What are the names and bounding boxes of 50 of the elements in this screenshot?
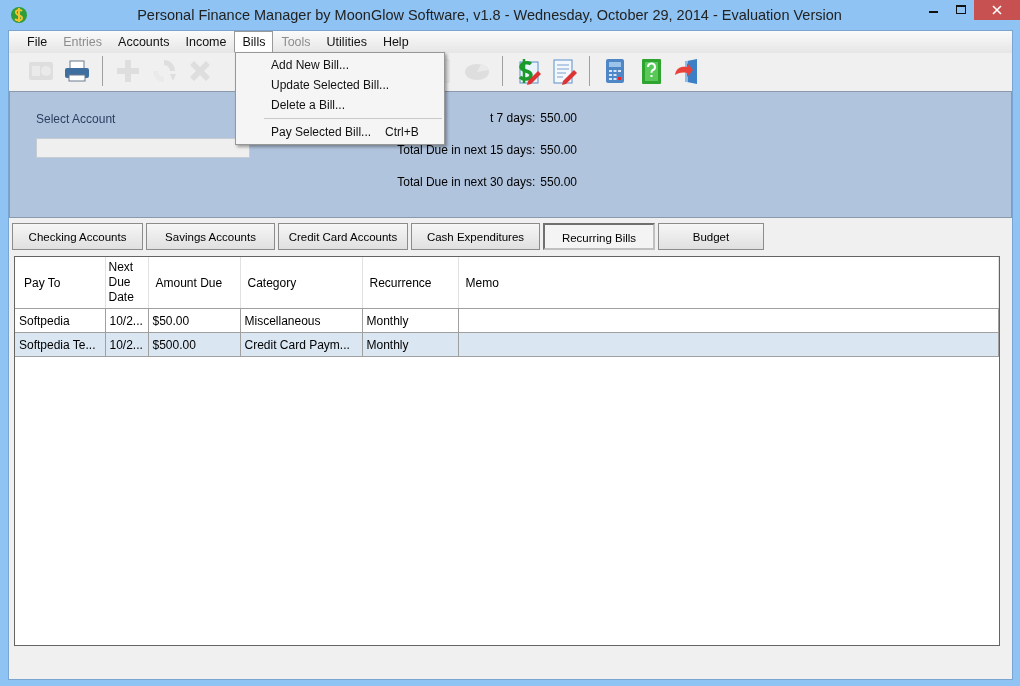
tab[interactable]: Credit Card Accounts	[278, 223, 408, 250]
table-cell: 10/2...	[109, 337, 143, 352]
total-label: Total Due in next 15 days:	[397, 143, 536, 157]
close-icon[interactable]	[992, 5, 1002, 15]
document-pencil-icon[interactable]	[550, 57, 578, 85]
menu-option-label: Add New Bill...	[271, 58, 350, 72]
menu-item[interactable]: Bills	[234, 31, 274, 53]
table-cell: 10/2...	[109, 313, 143, 328]
table-cell: Softpedia Te...	[19, 337, 96, 352]
table-cell: Softpedia	[19, 313, 70, 328]
menu-option-label: Delete a Bill...	[271, 98, 346, 112]
menu-item[interactable]: File	[19, 31, 56, 53]
menu-option-label: Update Selected Bill...	[271, 78, 390, 92]
total-label: Total Due in next 30 days:	[397, 175, 536, 189]
field-label: Select Account	[36, 112, 117, 126]
table-cell: Monthly	[366, 337, 409, 352]
menu-item[interactable]: Income	[177, 31, 235, 53]
total-label: t 7 days:	[489, 111, 536, 125]
menu-option-label: Pay Selected Bill...	[271, 125, 372, 139]
total-value: 550.00	[540, 111, 577, 125]
column-header[interactable]: Amount Due	[148, 257, 240, 309]
column-header[interactable]: Next Due Date	[105, 257, 148, 309]
window-title: Personal Finance Manager by MoonGlow Software, v1.8 - Wednesday, October 29, 2014 - Evaluation Version	[136, 7, 843, 23]
shortcut-text: Ctrl+B	[385, 125, 419, 139]
menu-option[interactable]: Pay Selected Bill... Ctrl+B	[236, 122, 444, 142]
menu-option[interactable]: Delete a Bill...	[236, 95, 444, 115]
table-cell: $50.00	[152, 313, 190, 328]
maximize-icon[interactable]	[955, 5, 966, 15]
tab[interactable]: Cash Expenditures	[411, 223, 540, 250]
tab[interactable]: Budget	[658, 223, 764, 250]
tab[interactable]: Checking Accounts	[12, 223, 143, 250]
total-value: 550.00	[540, 143, 577, 157]
table-cell: Miscellaneous	[244, 313, 321, 328]
tab[interactable]: Savings Accounts	[146, 223, 275, 250]
total-value: 550.00	[540, 175, 577, 189]
table-cell: Monthly	[366, 313, 409, 328]
app-logo-icon	[9, 5, 29, 25]
menu-item[interactable]: Utilities	[318, 31, 375, 53]
table-cell: Credit Card Paym...	[244, 337, 350, 352]
menu-option[interactable]: Update Selected Bill...	[236, 75, 444, 95]
tab[interactable]: Recurring Bills	[543, 223, 655, 250]
column-header[interactable]: Memo	[458, 257, 999, 309]
menu-item[interactable]: Help	[374, 31, 417, 53]
menu-item[interactable]: Accounts	[110, 31, 178, 53]
table-cell: $500.00	[152, 337, 196, 352]
column-header[interactable]: Pay To	[15, 257, 105, 309]
menu-option[interactable]: Add New Bill...	[236, 55, 444, 75]
printer-icon[interactable]	[63, 57, 91, 85]
column-header[interactable]: Category	[240, 257, 362, 309]
column-header[interactable]: Recurrence	[362, 257, 458, 309]
